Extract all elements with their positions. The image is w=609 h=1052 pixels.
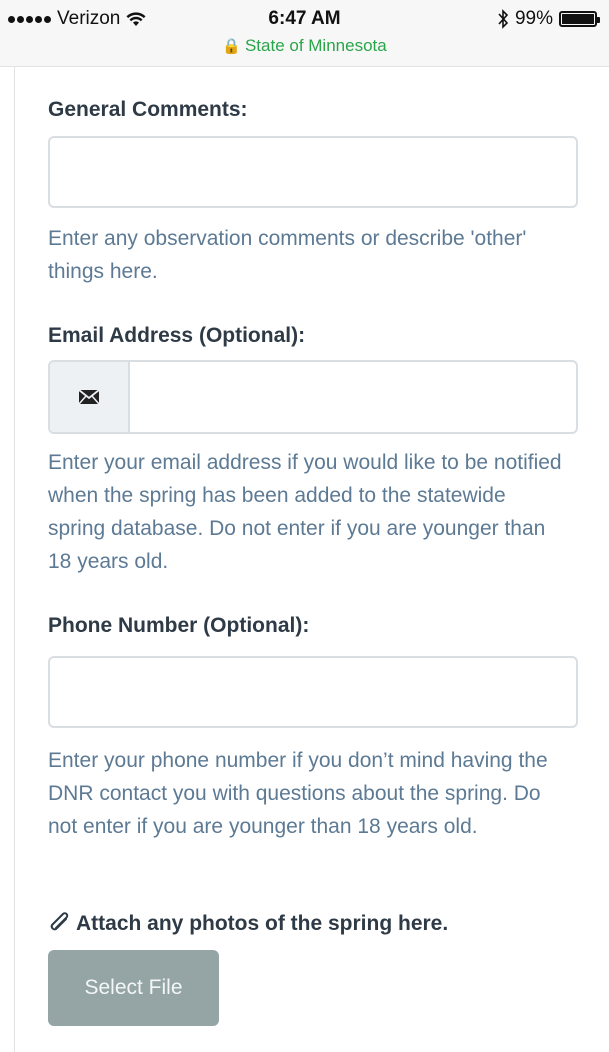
phone-help: Enter your phone number if you don’t min… [48, 749, 548, 838]
email-addon [50, 362, 130, 432]
attach-photos-label: Attach any photos of the spring here. [48, 912, 448, 936]
general-comments-help: Enter any observation comments or descri… [48, 227, 527, 283]
bluetooth-icon [498, 9, 509, 29]
phone-input[interactable] [48, 656, 578, 728]
site-name: State of Minnesota [244, 36, 387, 55]
attach-photos-text: Attach any photos of the spring here. [76, 912, 449, 935]
lock-icon: 🔒 [222, 38, 241, 55]
email-field[interactable] [48, 360, 578, 434]
site-security-indicator: 🔒 State of Minnesota [0, 36, 609, 56]
battery-percent: 99% [514, 8, 553, 29]
select-file-button[interactable]: Select File [48, 950, 219, 1026]
email-input[interactable] [130, 362, 576, 432]
battery-icon [559, 11, 600, 27]
phone-label: Phone Number (Optional): [48, 614, 310, 637]
email-label: Email Address (Optional): [48, 324, 306, 347]
status-bar: Verizon 6:47 AM 99% 🔒 State of Minnesota [0, 0, 609, 67]
general-comments-label: General Comments: [48, 98, 248, 121]
email-help: Enter your email address if you would li… [48, 451, 562, 573]
paperclip-icon [50, 912, 69, 931]
general-comments-input[interactable] [48, 136, 578, 208]
envelope-icon [78, 389, 100, 405]
